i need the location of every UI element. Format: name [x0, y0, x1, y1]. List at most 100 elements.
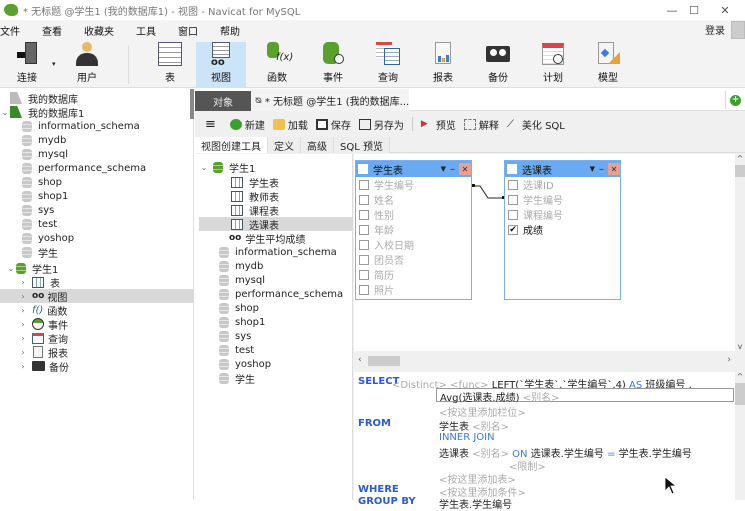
database-item-open[interactable]: ⌄ 学生1 — [6, 261, 58, 276]
field-row[interactable]: 入校日期 — [356, 237, 471, 252]
design-canvas[interactable]: 学生表 ▼ – ✕ 学生编号 姓名 性别 年龄 入校日期 团员否 简历 照片 选课表… — [354, 154, 745, 351]
database-item[interactable]: 学生 — [219, 371, 255, 386]
sidebar-item-views[interactable]: › oo 视图 — [0, 289, 194, 304]
field-checkbox[interactable] — [508, 179, 518, 190]
sql-builder[interactable]: SELECT <Distinct> <func> LEFT(`学生表`.`学生编… — [354, 372, 745, 511]
minimize-icon[interactable]: – — [599, 164, 604, 175]
field-row[interactable]: 选课ID — [505, 177, 620, 192]
minimize-icon[interactable]: – — [450, 164, 455, 175]
database-item[interactable]: 学生 — [22, 245, 58, 260]
field-row[interactable]: 性别 — [356, 207, 471, 222]
chevron-right-icon[interactable]: › — [18, 320, 28, 329]
database-item[interactable]: performance_schema — [219, 287, 343, 301]
table-box-header[interactable]: 选课表 ▼ – ✕ — [505, 161, 620, 177]
select-all-checkbox[interactable] — [358, 164, 368, 174]
field-checkbox-checked[interactable]: ✔ — [508, 224, 518, 235]
select-all-checkbox[interactable] — [507, 164, 517, 174]
sql-vertical-scrollbar[interactable]: ^ — [735, 372, 745, 500]
table-item[interactable]: 学生表 — [231, 175, 279, 190]
chevron-right-icon[interactable]: › — [18, 292, 28, 301]
field-row[interactable]: 学生编号 — [356, 177, 471, 192]
chevron-down-icon[interactable]: ⌄ — [6, 264, 16, 273]
toolbar-backup-button[interactable]: 备份 — [473, 42, 523, 88]
field-row[interactable]: 课程编号 — [505, 207, 620, 222]
chevron-right-icon[interactable]: › — [18, 278, 28, 287]
database-item[interactable]: mysql — [219, 273, 265, 287]
database-item[interactable]: mysql — [22, 147, 68, 161]
toolbar-event-button[interactable]: 事件 — [308, 42, 358, 88]
field-row[interactable]: 团员否 — [356, 252, 471, 267]
field-row[interactable]: 照片 — [356, 282, 471, 297]
toolbar-user-button[interactable]: 用户 — [62, 42, 112, 88]
field-checkbox[interactable] — [359, 194, 369, 205]
database-item[interactable]: sys — [219, 329, 251, 343]
database-item[interactable]: shop1 — [219, 315, 265, 329]
sidebar-scrollbar[interactable] — [190, 89, 194, 119]
connection-item[interactable]: ⌄ 我的数据库1 — [0, 105, 84, 120]
field-checkbox[interactable] — [359, 254, 369, 265]
sidebar-item-queries[interactable]: › 查询 — [18, 331, 68, 346]
menu-favorites[interactable]: 收藏夹 — [84, 23, 114, 38]
tab-definition[interactable]: 定义 — [268, 137, 301, 153]
sidebar-item-backups[interactable]: › 备份 — [18, 359, 69, 374]
database-item[interactable]: information_schema — [22, 119, 140, 133]
chevron-right-icon[interactable]: › — [18, 348, 28, 357]
preview-button[interactable]: ▶ 预览 — [421, 117, 456, 132]
database-item[interactable]: shop — [219, 301, 259, 315]
menu-tools[interactable]: 工具 — [136, 23, 156, 38]
menu-help[interactable]: 帮助 — [220, 23, 240, 38]
chevron-right-icon[interactable]: › — [18, 334, 28, 343]
close-button[interactable]: ✕ — [705, 0, 745, 20]
close-icon[interactable]: ✕ — [459, 163, 471, 175]
column-edit-field[interactable]: Avg(选课表.成绩) <别名> — [436, 388, 734, 404]
database-item[interactable]: performance_schema — [22, 161, 146, 175]
dropdown-icon[interactable]: ▼ — [590, 165, 595, 173]
field-checkbox[interactable] — [359, 179, 369, 190]
chevron-down-icon[interactable]: ⌄ — [199, 163, 209, 172]
menu-file[interactable]: 文件 — [0, 23, 20, 38]
tab-view-editor[interactable]: ᴓ * 无标题 @学生1 (我的数据库... — [251, 89, 409, 111]
toolbar-connection-button[interactable]: 连接 — [2, 42, 52, 88]
database-item[interactable]: yoshop — [219, 357, 271, 371]
toolbar-table-button[interactable]: 表 — [145, 42, 195, 88]
load-button[interactable]: 加载 — [272, 117, 308, 132]
join-line[interactable] — [472, 184, 506, 202]
field-checkbox[interactable] — [359, 209, 369, 220]
design-horizontal-scrollbar[interactable]: ‹ › — [354, 354, 745, 368]
field-checkbox[interactable] — [508, 194, 518, 205]
toolbar-query-button[interactable]: 查询 — [363, 42, 413, 88]
sidebar-item-events[interactable]: › 事件 — [18, 317, 68, 332]
inner-join-keyword[interactable]: INNER JOIN — [439, 432, 495, 443]
avatar[interactable] — [731, 21, 745, 39]
table-item-selected[interactable]: 选课表 — [199, 217, 353, 232]
chevron-right-icon[interactable]: › — [18, 362, 28, 371]
table-box-enrollments[interactable]: 选课表 ▼ – ✕ 选课ID 学生编号 课程编号 ✔ 成绩 — [504, 160, 621, 300]
field-row[interactable]: 姓名 — [356, 192, 471, 207]
toolbar-view-button[interactable]: oo 视图 — [196, 42, 246, 88]
tab-sql-preview[interactable]: SQL 预览 — [334, 137, 390, 153]
sidebar-item-functions[interactable]: › f() 函数 — [18, 303, 67, 318]
tab-view-builder[interactable]: 视图创建工具 — [195, 137, 268, 153]
database-item[interactable]: test — [22, 217, 57, 231]
dropdown-icon[interactable]: ▼ — [441, 165, 446, 173]
table-box-students[interactable]: 学生表 ▼ – ✕ 学生编号 姓名 性别 年龄 入校日期 团员否 简历 照片 — [355, 160, 472, 300]
tab-objects[interactable]: 对象 — [195, 91, 251, 111]
join-table[interactable]: 选课表 — [439, 449, 469, 460]
menu-view[interactable]: 查看 — [42, 23, 62, 38]
database-item[interactable]: shop — [22, 175, 62, 189]
new-tab-button[interactable]: + — [725, 91, 745, 109]
field-checkbox[interactable] — [359, 284, 369, 295]
database-item[interactable]: sys — [22, 203, 54, 217]
save-as-button[interactable]: 另存为 — [358, 117, 404, 132]
close-icon[interactable]: ✕ — [608, 163, 620, 175]
connection-dropdown-icon[interactable]: ▾ — [52, 60, 56, 68]
design-vertical-scrollbar[interactable]: ^ v — [735, 154, 745, 351]
database-item[interactable]: mydb — [22, 133, 66, 147]
toolbar-model-button[interactable]: 模型 — [583, 42, 633, 88]
tab-advanced[interactable]: 高级 — [301, 137, 334, 153]
field-row[interactable]: ✔ 成绩 — [505, 222, 620, 237]
toolbar-schedule-button[interactable]: 计划 — [528, 42, 578, 88]
toolbar-function-button[interactable]: f(x) 函数 — [252, 42, 302, 88]
field-row[interactable]: 学生编号 — [505, 192, 620, 207]
database-item[interactable]: test — [219, 343, 254, 357]
